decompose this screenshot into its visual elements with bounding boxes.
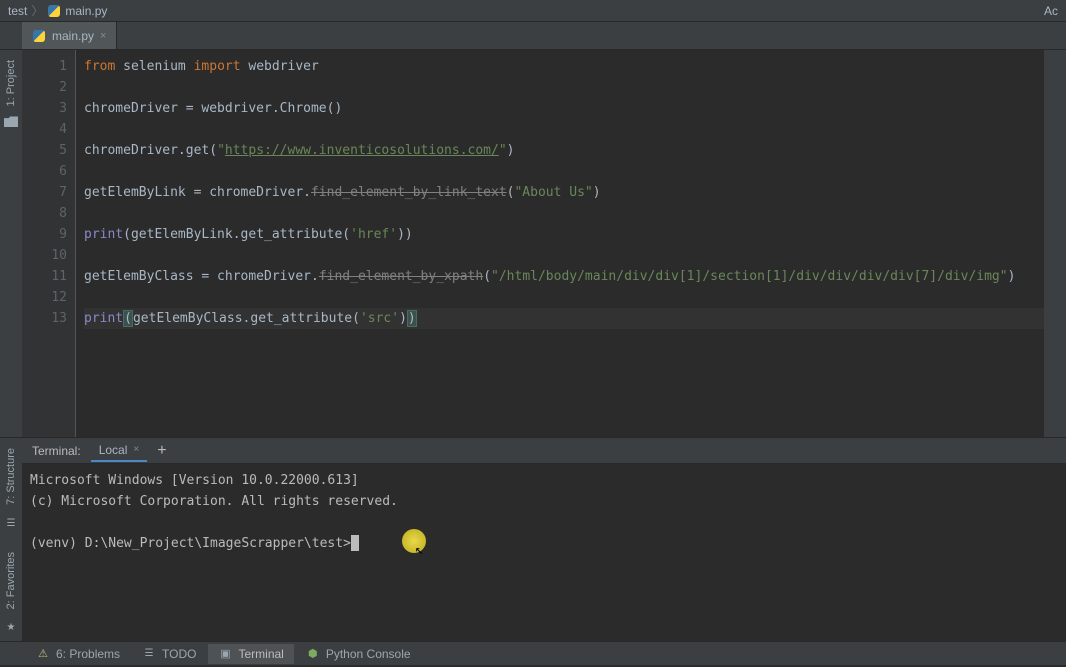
favorites-tool-label[interactable]: 2: Favorites [5, 548, 17, 613]
terminal-label: Terminal [238, 647, 283, 661]
terminal-content[interactable]: Microsoft Windows [Version 10.0.22000.61… [22, 464, 1066, 641]
folder-icon[interactable] [4, 116, 18, 127]
python-console-icon [306, 647, 320, 661]
breadcrumb-bar: test 〉 main.py Ac [0, 0, 1066, 22]
structure-tool-label[interactable]: 7: Structure [5, 444, 17, 509]
breadcrumb: test 〉 main.py [8, 2, 107, 19]
line-number-gutter: 12345678910111213 [22, 50, 76, 437]
mouse-cursor-icon: ↖ [415, 540, 423, 561]
terminal-pane: 7: Structure 2: Favorites Terminal: Loca… [0, 437, 1066, 641]
python-console-tool-button[interactable]: Python Console [296, 644, 421, 664]
python-file-icon [47, 4, 61, 18]
problems-tool-button[interactable]: 6: Problems [26, 644, 130, 664]
terminal-icon [218, 647, 232, 661]
close-icon[interactable]: × [133, 444, 139, 455]
topnav-right-text: Ac [1044, 4, 1058, 18]
todo-tool-button[interactable]: TODO [132, 644, 206, 664]
right-gutter [1044, 50, 1066, 437]
terminal-header: Terminal: Local × + [22, 438, 1066, 464]
terminal-tab-label: Local [99, 443, 128, 457]
tab-label: main.py [52, 29, 94, 43]
breadcrumb-project[interactable]: test [8, 4, 27, 18]
terminal-title: Terminal: [32, 444, 81, 458]
warning-icon [36, 647, 50, 661]
code-content[interactable]: from selenium import webdriver chromeDri… [76, 50, 1044, 437]
python-file-icon [32, 29, 46, 43]
editor-tab-bar: main.py × [0, 22, 1066, 50]
editor-area: 1: Project 12345678910111213 from seleni… [0, 50, 1066, 437]
terminal-tool-button[interactable]: Terminal [208, 644, 293, 664]
terminal-tab-local[interactable]: Local × [91, 440, 148, 462]
chevron-right-icon: 〉 [31, 2, 43, 19]
editor[interactable]: 12345678910111213 from selenium import w… [22, 50, 1044, 437]
close-icon[interactable]: × [100, 30, 106, 42]
editor-tab-main[interactable]: main.py × [22, 22, 117, 49]
pyconsole-label: Python Console [326, 647, 411, 661]
terminal-body: Terminal: Local × + Microsoft Windows [V… [22, 438, 1066, 641]
structure-icon[interactable] [7, 513, 16, 531]
star-icon[interactable] [7, 617, 16, 635]
todo-label: TODO [162, 647, 196, 661]
left-tool-strip: 1: Project [0, 50, 22, 437]
list-icon [142, 647, 156, 661]
add-terminal-button[interactable]: + [157, 442, 166, 460]
left-tool-strip-lower: 7: Structure 2: Favorites [0, 438, 22, 641]
breadcrumb-file[interactable]: main.py [65, 4, 107, 18]
problems-label: 6: Problems [56, 647, 120, 661]
project-tool-label[interactable]: 1: Project [5, 56, 17, 110]
bottom-tool-bar: 6: Problems TODO Terminal Python Console [0, 641, 1066, 665]
